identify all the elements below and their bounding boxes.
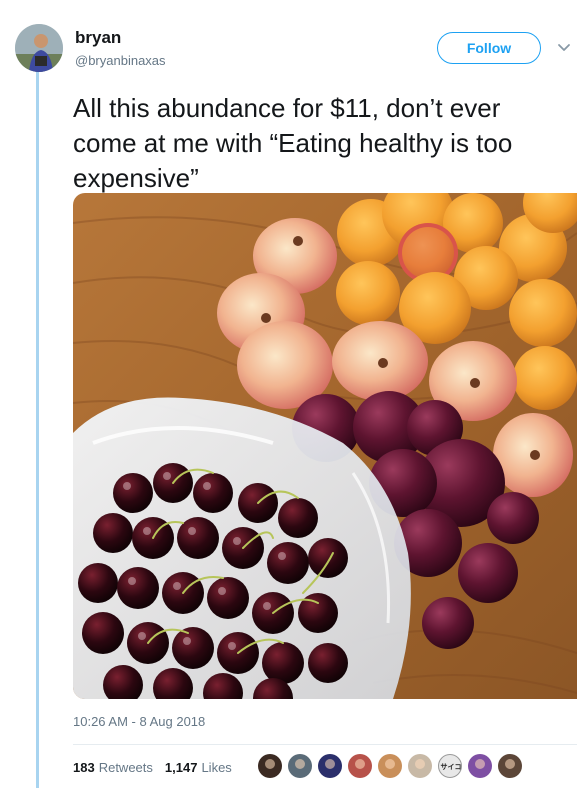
likes-stat[interactable]: 1,147 Likes	[165, 760, 232, 775]
retweets-stat[interactable]: 183 Retweets	[73, 760, 153, 775]
follow-button[interactable]: Follow	[437, 32, 541, 64]
tweet-photo[interactable]	[73, 193, 577, 699]
chevron-down-icon[interactable]	[557, 41, 571, 55]
user-display-name[interactable]: bryan	[75, 28, 121, 48]
liker-avatar-6[interactable]	[408, 754, 432, 778]
liker-avatar-3[interactable]	[318, 754, 342, 778]
retweets-label: Retweets	[98, 760, 153, 775]
tweet-stats: 183 Retweets 1,147 Likes	[73, 760, 244, 775]
tweet-text: All this abundance for $11, don’t ever c…	[73, 93, 513, 193]
user-handle[interactable]: @bryanbinaxas	[75, 53, 166, 68]
liker-avatar-8[interactable]	[468, 754, 492, 778]
liker-avatar-9[interactable]	[498, 754, 522, 778]
liker-avatar-7[interactable]: サイコ	[438, 754, 462, 778]
liker-avatar-text: サイコ	[440, 763, 462, 771]
liker-avatar-2[interactable]	[288, 754, 312, 778]
tweet-timestamp[interactable]: 10:26 AM - 8 Aug 2018	[73, 714, 205, 729]
liker-avatar-4[interactable]	[348, 754, 372, 778]
divider	[73, 744, 577, 745]
likes-label: Likes	[201, 760, 232, 775]
liker-avatar-5[interactable]	[378, 754, 402, 778]
thread-line	[36, 72, 39, 788]
retweets-count: 183	[73, 760, 95, 775]
liker-avatars: サイコ	[258, 754, 528, 778]
likes-count: 1,147	[164, 760, 198, 775]
liker-avatar-1[interactable]	[258, 754, 282, 778]
user-avatar[interactable]	[15, 24, 63, 72]
